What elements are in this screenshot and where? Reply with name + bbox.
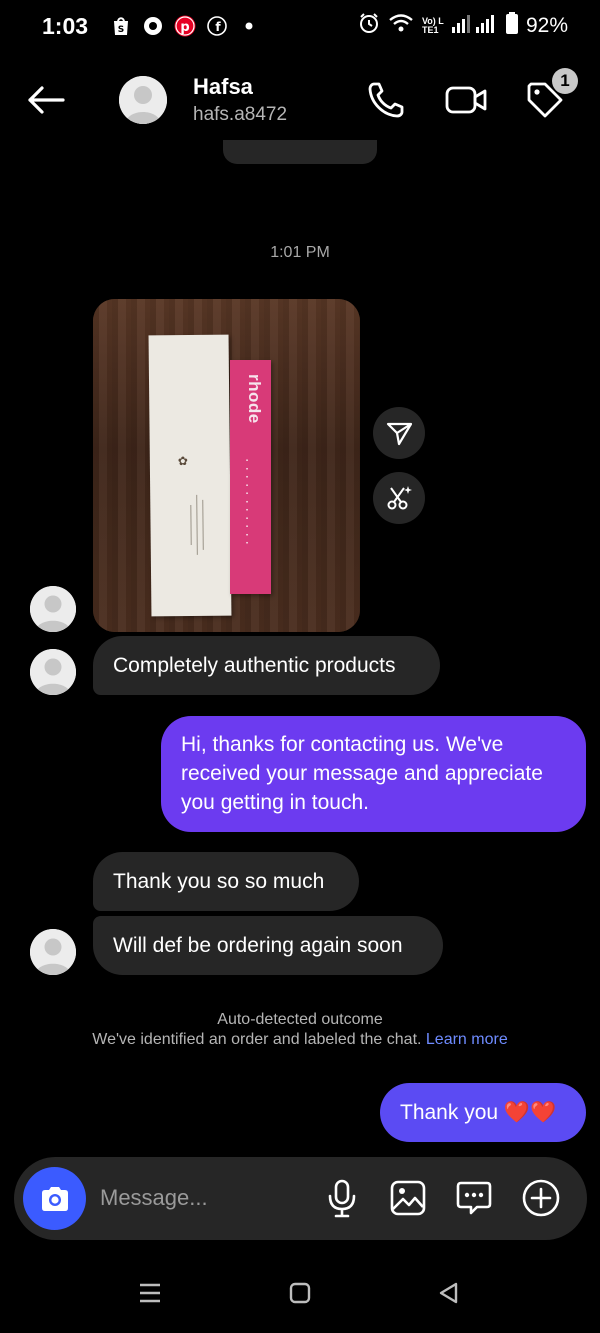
svg-text:S: S bbox=[118, 25, 124, 35]
wifi-icon bbox=[388, 13, 414, 39]
back-triangle-icon bbox=[439, 1282, 458, 1304]
battery-icon bbox=[505, 12, 518, 40]
status-time: 1:03 bbox=[42, 12, 89, 39]
white-product-box: ✿ bbox=[148, 334, 232, 617]
menu-icon bbox=[140, 1283, 160, 1303]
gallery-button[interactable] bbox=[388, 1178, 428, 1218]
photo-message[interactable]: ✿ rhode ▪ ▪ ▪ ▪ ▪ ▪ ▪ ▪ ▪ ▪ ▪ bbox=[93, 299, 360, 632]
pink-product-box: rhode ▪ ▪ ▪ ▪ ▪ ▪ ▪ ▪ ▪ ▪ ▪ bbox=[230, 360, 271, 594]
call-button[interactable] bbox=[364, 78, 408, 122]
message-timestamp: 1:01 PM bbox=[270, 244, 330, 261]
video-call-button[interactable] bbox=[443, 78, 487, 122]
contact-avatar[interactable] bbox=[119, 76, 167, 124]
sender-avatar[interactable] bbox=[30, 586, 76, 632]
network-label: Vo) LTE1 bbox=[421, 16, 444, 35]
camera-icon bbox=[41, 1186, 68, 1211]
outgoing-message[interactable]: Thank you ❤️❤️ bbox=[380, 1083, 586, 1142]
alarm-icon bbox=[358, 12, 380, 40]
more-options-button[interactable] bbox=[521, 1178, 561, 1218]
recent-apps-button[interactable] bbox=[135, 1278, 165, 1308]
system-back-button[interactable] bbox=[434, 1278, 464, 1308]
voice-message-button[interactable] bbox=[322, 1178, 362, 1218]
outcome-title: Auto-detected outcome bbox=[217, 1011, 383, 1028]
camera-button[interactable] bbox=[23, 1167, 86, 1230]
mic-icon bbox=[328, 1179, 356, 1218]
sticker-button[interactable] bbox=[454, 1178, 494, 1218]
contact-name[interactable]: Hafsa bbox=[193, 74, 253, 100]
learn-more-link[interactable]: Learn more bbox=[426, 1031, 508, 1048]
chat-header: Hafsa hafs.a8472 1 bbox=[0, 60, 600, 140]
home-button[interactable] bbox=[285, 1278, 315, 1308]
back-button[interactable] bbox=[24, 78, 68, 122]
share-button[interactable] bbox=[373, 407, 425, 459]
plus-icon bbox=[522, 1179, 560, 1217]
tag-badge: 1 bbox=[552, 68, 578, 94]
product-fine-print: ▪ ▪ ▪ ▪ ▪ ▪ ▪ ▪ ▪ ▪ ▪ bbox=[244, 458, 250, 547]
outcome-body: We've identified an order and labeled th… bbox=[92, 1031, 422, 1048]
sender-avatar[interactable] bbox=[30, 649, 76, 695]
back-arrow-icon bbox=[28, 86, 65, 114]
notification-icons: S p f bbox=[110, 15, 260, 37]
phone-icon bbox=[368, 82, 404, 118]
contact-handle[interactable]: hafs.a8472 bbox=[193, 104, 287, 126]
auto-detected-outcome-notice: Auto-detected outcome We've identified a… bbox=[0, 1010, 600, 1050]
message-composer bbox=[14, 1157, 587, 1240]
incoming-message[interactable]: Will def be ordering again soon bbox=[93, 916, 443, 975]
circle-icon bbox=[142, 15, 164, 37]
home-square-icon bbox=[289, 1282, 311, 1304]
send-share-icon bbox=[386, 422, 413, 446]
facebook-icon: f bbox=[206, 15, 228, 37]
sticker-icon bbox=[456, 1181, 492, 1215]
gallery-icon bbox=[390, 1180, 426, 1216]
system-nav-bar bbox=[0, 1262, 600, 1324]
box-logo-mark: ✿ bbox=[177, 454, 188, 469]
message-input[interactable] bbox=[100, 1177, 310, 1219]
ai-edit-button[interactable] bbox=[373, 472, 425, 524]
signal-icon bbox=[451, 13, 498, 39]
dot-icon bbox=[238, 15, 260, 37]
shopify-icon: S bbox=[110, 15, 132, 37]
outcome-body-line: We've identified an order and labeled th… bbox=[0, 1030, 600, 1050]
battery-percent: 92% bbox=[525, 14, 568, 37]
previous-message-bubble[interactable] bbox=[223, 140, 377, 164]
sender-avatar[interactable] bbox=[30, 929, 76, 975]
incoming-message[interactable]: Thank you so so much bbox=[93, 852, 359, 911]
svg-text:f: f bbox=[215, 20, 221, 34]
pinterest-icon: p bbox=[174, 15, 196, 37]
outgoing-message[interactable]: Hi, thanks for contacting us. We've rece… bbox=[161, 716, 586, 832]
incoming-message[interactable]: Completely authentic products bbox=[93, 636, 440, 695]
product-brand-text: rhode bbox=[245, 374, 264, 424]
status-bar: 1:03 S p f Vo) LTE1 92% bbox=[0, 0, 600, 52]
system-icons: Vo) LTE1 92% bbox=[358, 12, 568, 40]
svg-text:p: p bbox=[180, 20, 189, 35]
scissors-sparkle-icon bbox=[387, 486, 412, 510]
video-icon bbox=[445, 86, 487, 114]
